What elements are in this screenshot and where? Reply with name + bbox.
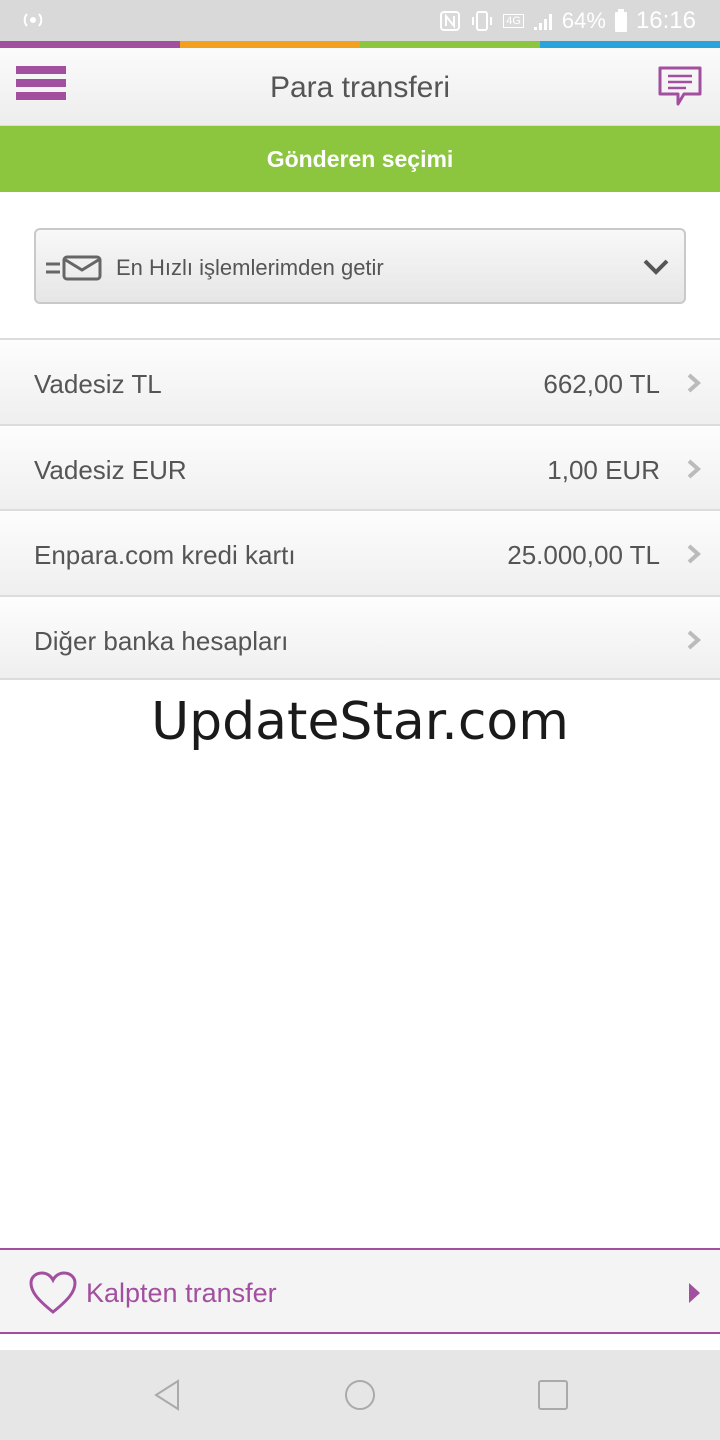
account-list: Vadesiz TL 662,00 TL Vadesiz EUR 1,00 EU… xyxy=(0,338,720,680)
nfc-icon xyxy=(440,10,461,31)
back-icon[interactable] xyxy=(150,1378,184,1412)
battery-icon xyxy=(614,8,627,32)
account-label: Vadesiz TL xyxy=(34,369,162,399)
account-label: Vadesiz EUR xyxy=(34,454,187,485)
account-balance: 662,00 TL xyxy=(543,369,660,399)
accent-blue xyxy=(540,41,720,48)
watermark: UpdateStar.com xyxy=(151,692,569,752)
battery-percentage: 64% xyxy=(561,7,606,33)
accent-green xyxy=(360,41,540,48)
accent-strip xyxy=(0,41,720,48)
account-item-vadesiz-eur[interactable]: Vadesiz EUR 1,00 EUR xyxy=(0,423,720,509)
quick-transactions-dropdown[interactable]: En Hızlı işlemlerimden getir xyxy=(34,228,686,304)
network-type-label: 4G xyxy=(503,13,524,28)
page-title: Para transferi xyxy=(269,71,451,104)
chevron-right-icon xyxy=(687,459,702,478)
fast-mail-icon xyxy=(46,255,102,281)
chevron-right-icon xyxy=(687,544,702,564)
chevron-down-icon xyxy=(643,259,669,275)
hamburger-menu-icon[interactable] xyxy=(16,66,66,108)
account-item-vadesiz-tl[interactable]: Vadesiz TL 662,00 TL xyxy=(0,338,720,424)
home-icon[interactable] xyxy=(343,1378,377,1412)
heart-icon xyxy=(29,1271,77,1314)
account-item-other-banks[interactable]: Diğer banka hesapları xyxy=(0,594,720,680)
account-label: Diğer banka hesapları xyxy=(34,625,289,656)
chevron-right-icon xyxy=(689,1283,700,1303)
account-balance: 25.000,00 TL xyxy=(507,540,660,570)
status-bar: 4G 64% 16:16 xyxy=(0,0,720,41)
accent-purple xyxy=(0,41,180,48)
account-item-credit-card[interactable]: Enpara.com kredi kartı 25.000,00 TL xyxy=(0,509,720,595)
app-header: Para transferi xyxy=(0,48,720,126)
dropdown-label: En Hızlı işlemlerimden getir xyxy=(116,255,384,280)
signal-strength-icon xyxy=(533,13,552,30)
chat-bubble-icon[interactable] xyxy=(656,64,704,110)
clock: 16:16 xyxy=(635,6,696,34)
kalpten-transfer-label: Kalpten transfer xyxy=(86,1278,277,1308)
chevron-right-icon xyxy=(687,373,702,393)
recent-apps-icon[interactable] xyxy=(536,1378,570,1412)
account-label: Enpara.com kredi kartı xyxy=(34,540,296,570)
section-title: Gönderen seçimi xyxy=(0,126,720,192)
status-icons: 4G 64% 16:16 xyxy=(439,0,696,41)
account-balance: 1,00 EUR xyxy=(547,454,660,485)
wireless-signal-icon xyxy=(23,13,43,27)
vibrate-icon xyxy=(472,10,493,31)
chevron-right-icon xyxy=(687,630,702,649)
accent-orange xyxy=(180,41,360,48)
kalpten-transfer-button[interactable]: Kalpten transfer xyxy=(0,1248,720,1334)
system-navigation-bar xyxy=(0,1350,720,1440)
